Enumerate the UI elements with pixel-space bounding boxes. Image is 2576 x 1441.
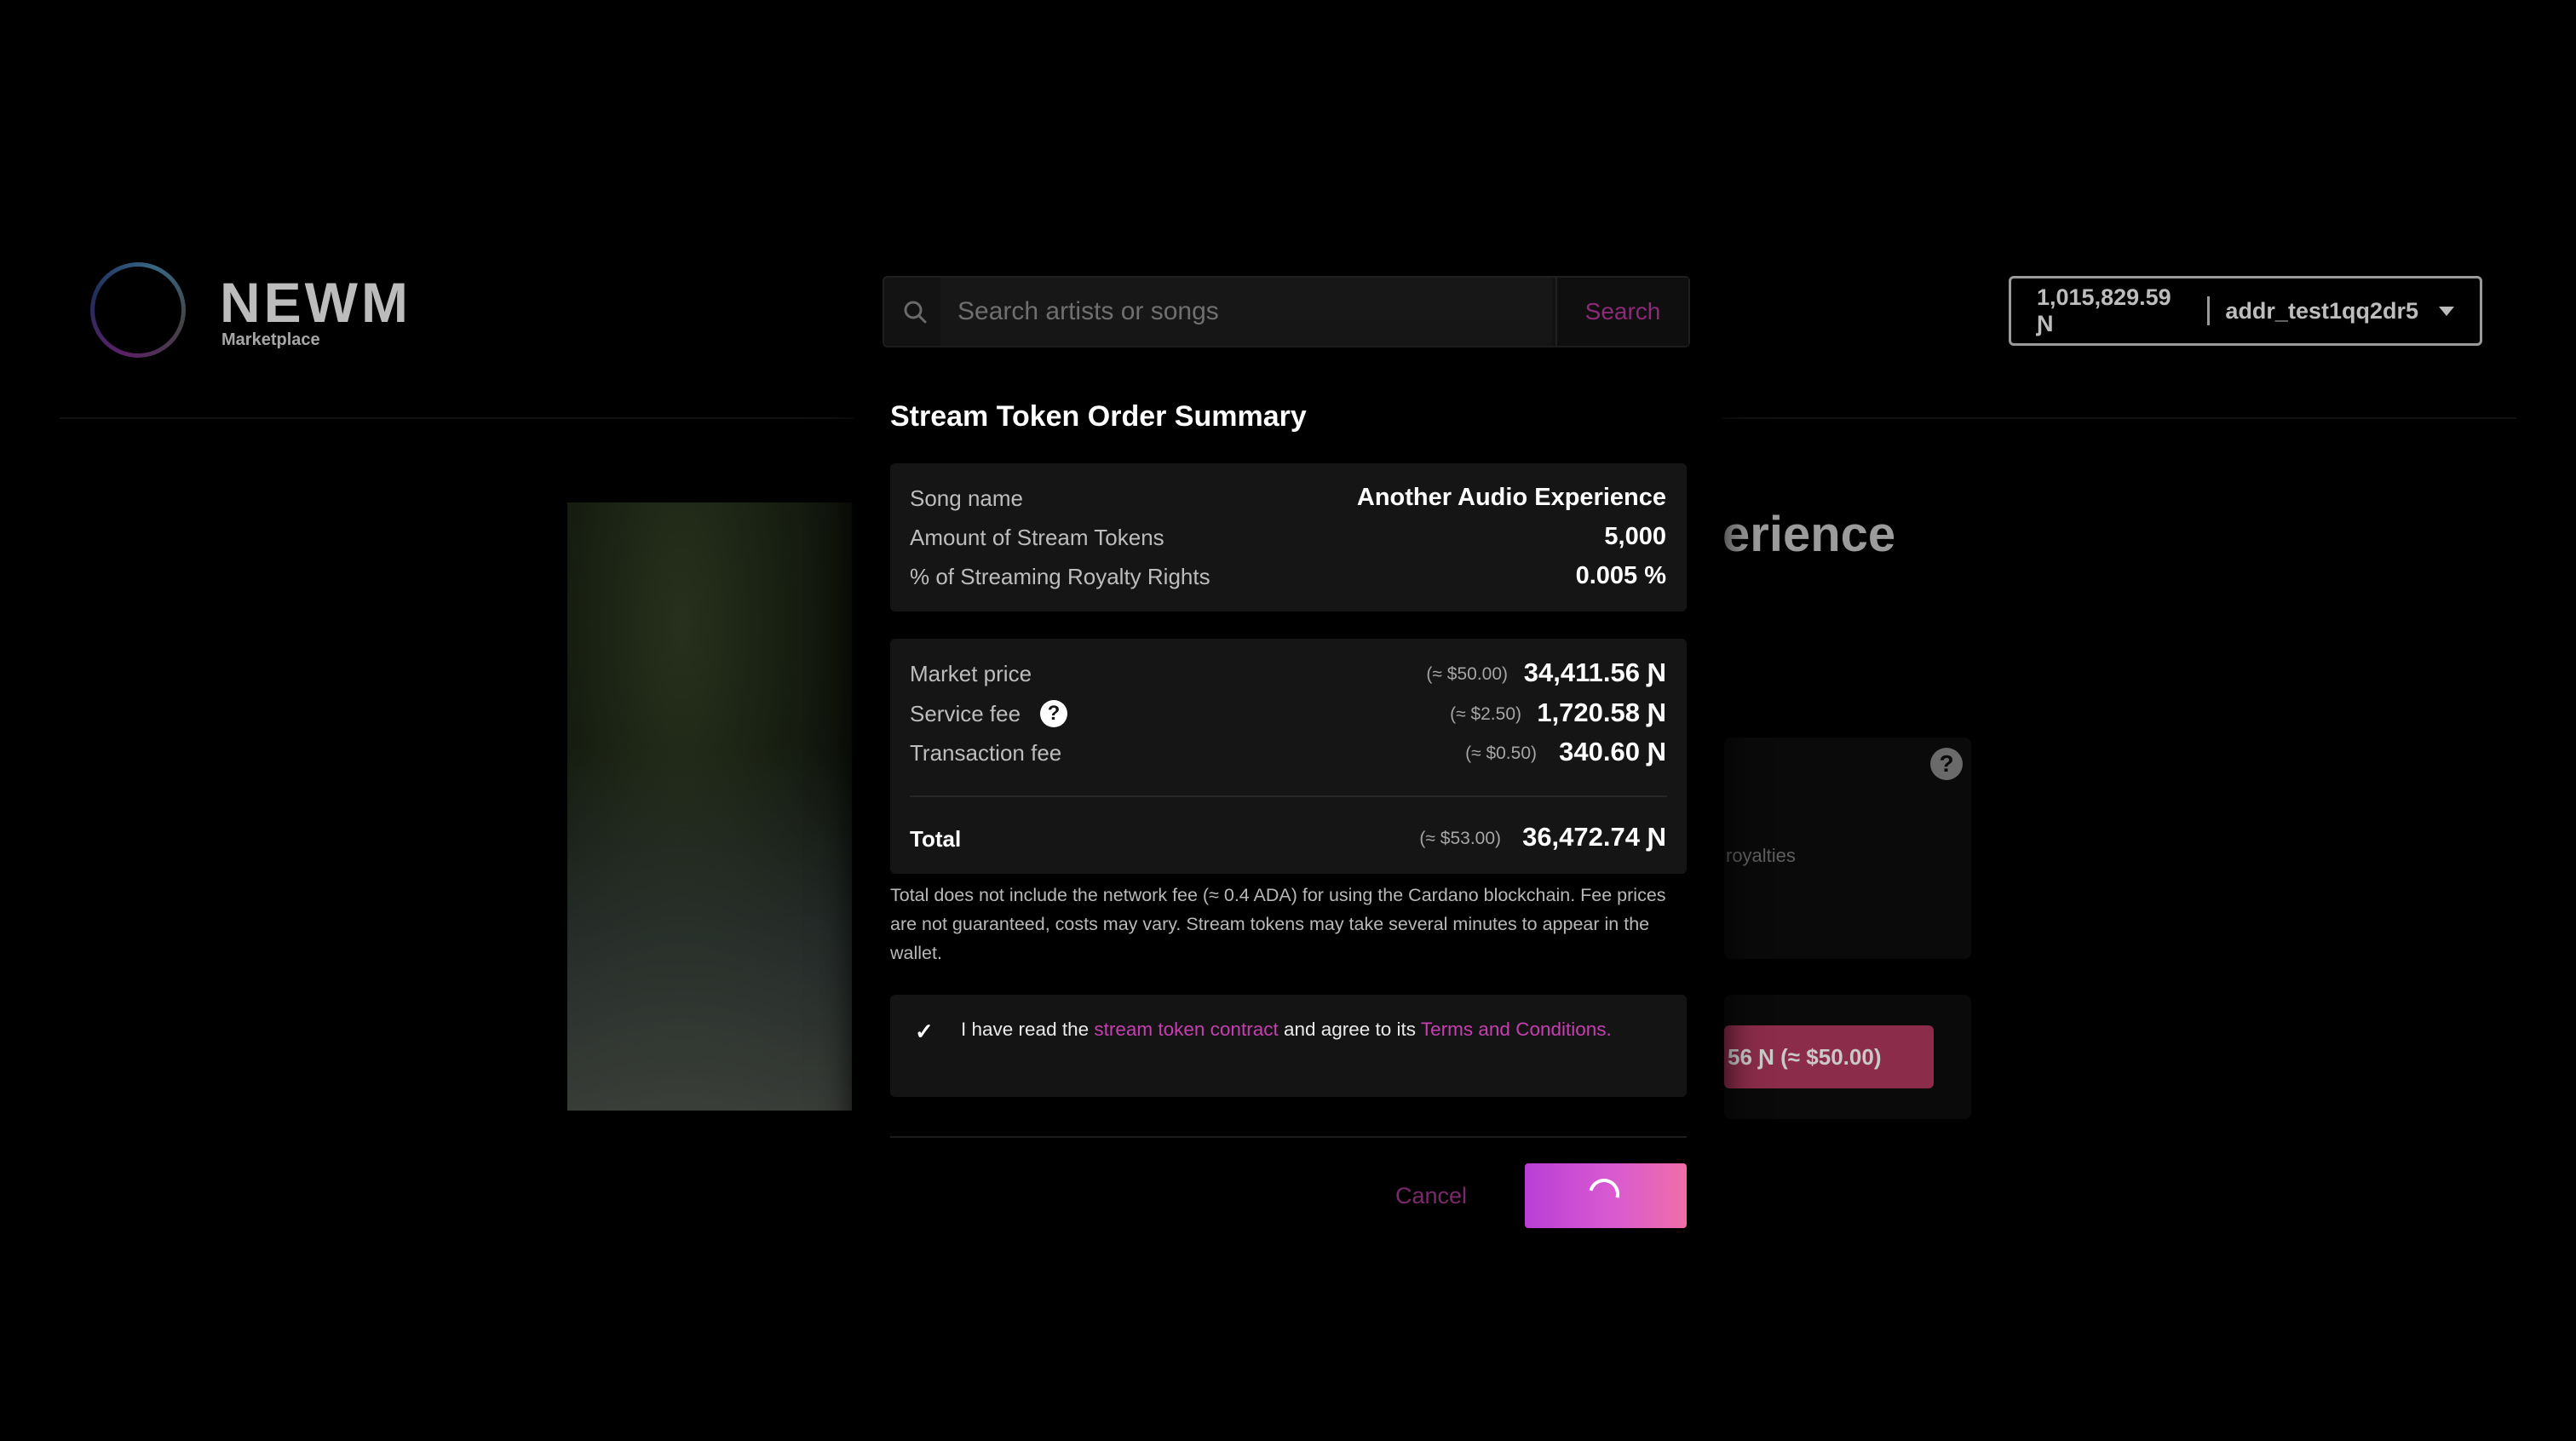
- terms-prefix: I have read the: [961, 1019, 1095, 1040]
- modal-title: Stream Token Order Summary: [890, 400, 1307, 433]
- wallet-balance: 1,015,829.59 Ɲ: [2037, 284, 2171, 336]
- fee-usd-service: (≈ $2.50): [1450, 704, 1521, 724]
- buy-button[interactable]: 56 Ɲ (≈ $50.00): [1724, 1025, 1934, 1088]
- chevron-down-icon: [2439, 306, 2454, 316]
- fee-disclaimer: Total does not include the network fee (…: [890, 885, 1666, 963]
- logo-wordmark: NEWM: [220, 271, 411, 334]
- cancel-button[interactable]: Cancel: [1371, 1165, 1491, 1226]
- fee-label-transaction: Transaction fee: [910, 740, 1062, 766]
- wallet-separator: [2207, 296, 2211, 325]
- fee-label-service: Service fee: [910, 701, 1021, 726]
- terms-text: I have read the stream token contract an…: [961, 1013, 1659, 1046]
- app-root: NEWM Marketplace Search 1,015,829.59 Ɲ a…: [0, 0, 2576, 1441]
- search-input[interactable]: [940, 278, 1552, 346]
- wallet-address: addr_test1qq2dr5: [2225, 297, 2418, 324]
- summary-label-song: Song name: [910, 485, 1023, 511]
- total-label: Total: [910, 826, 962, 852]
- summary-value-song: Another Audio Experience: [1356, 484, 1666, 511]
- help-icon[interactable]: ?: [1930, 748, 1963, 780]
- fee-amount-market: 34,411.56 Ɲ: [1523, 657, 1666, 687]
- terms-and-conditions-link[interactable]: Terms and Conditions.: [1421, 1019, 1612, 1040]
- search-icon: [891, 288, 939, 336]
- fees-divider: [910, 795, 1667, 797]
- help-icon[interactable]: ?: [1040, 700, 1067, 727]
- terms-middle: and agree to its: [1278, 1019, 1421, 1040]
- modal-footer-divider: [890, 1136, 1687, 1138]
- logo-ring-icon: [90, 262, 186, 358]
- stream-token-contract-link[interactable]: stream token contract: [1094, 1019, 1278, 1040]
- fee-usd-market: (≈ $50.00): [1426, 664, 1508, 684]
- summary-value-royalty: 0.005 %: [1575, 562, 1666, 589]
- fee-amount-transaction: 340.60 Ɲ: [1559, 737, 1666, 766]
- summary-label-royalty: % of Streaming Royalty Rights: [910, 564, 1210, 589]
- logo-subtitle: Marketplace: [221, 330, 320, 349]
- fee-label-market: Market price: [910, 661, 1032, 686]
- loading-spinner-icon: [1583, 1173, 1625, 1215]
- wallet-dropdown[interactable]: 1,015,829.59 Ɲ addr_test1qq2dr5: [2009, 276, 2482, 346]
- terms-card: [890, 995, 1687, 1097]
- total-amount: 36,472.74 Ɲ: [1522, 822, 1666, 852]
- terms-checkbox[interactable]: ✓: [915, 1019, 934, 1045]
- song-cover-image: [567, 502, 852, 1111]
- fee-amount-service: 1,720.58 Ɲ: [1537, 698, 1666, 727]
- summary-value-tokens: 5,000: [1604, 523, 1666, 550]
- search-button[interactable]: Search: [1555, 278, 1688, 346]
- summary-label-tokens: Amount of Stream Tokens: [910, 525, 1164, 550]
- fee-usd-transaction: (≈ $0.50): [1465, 743, 1537, 763]
- song-title-background: erience: [1722, 507, 1896, 562]
- royalties-label: royalties: [1726, 845, 1796, 866]
- confirm-purchase-button[interactable]: [1525, 1163, 1687, 1228]
- total-usd: (≈ $53.00): [1419, 829, 1501, 848]
